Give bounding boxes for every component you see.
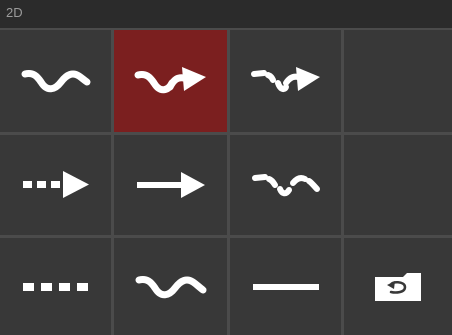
tool-broken-wavy-line[interactable] [230,135,341,235]
tool-wavy-line-2[interactable] [114,238,227,335]
folder-back-icon [375,272,421,301]
broken-wavy-line-icon [251,174,320,197]
dashed-line-icon [22,282,88,291]
dashed-arrow-icon [22,171,89,198]
back-button[interactable] [344,238,452,335]
tool-wavy-arrow[interactable] [114,30,227,132]
palette-header: 2D [0,0,452,28]
tool-straight-arrow[interactable] [114,135,227,235]
tool-dashed-arrow[interactable] [0,135,111,235]
wavy-line-icon [21,70,90,93]
tool-empty-2 [344,135,452,235]
tool-broken-wavy-arrow[interactable] [230,30,341,132]
straight-arrow-icon [136,172,205,198]
tool-solid-line[interactable] [230,238,341,335]
palette-title: 2D [6,5,23,20]
tool-dashed-line[interactable] [0,238,111,335]
wavy-arrow-icon [134,67,206,94]
wavy-line-icon [135,275,206,298]
tool-grid [0,28,452,335]
tool-empty-1 [344,30,452,132]
broken-wavy-arrow-icon [250,67,320,93]
solid-line-icon [252,283,319,290]
tool-wavy-line[interactable] [0,30,111,132]
